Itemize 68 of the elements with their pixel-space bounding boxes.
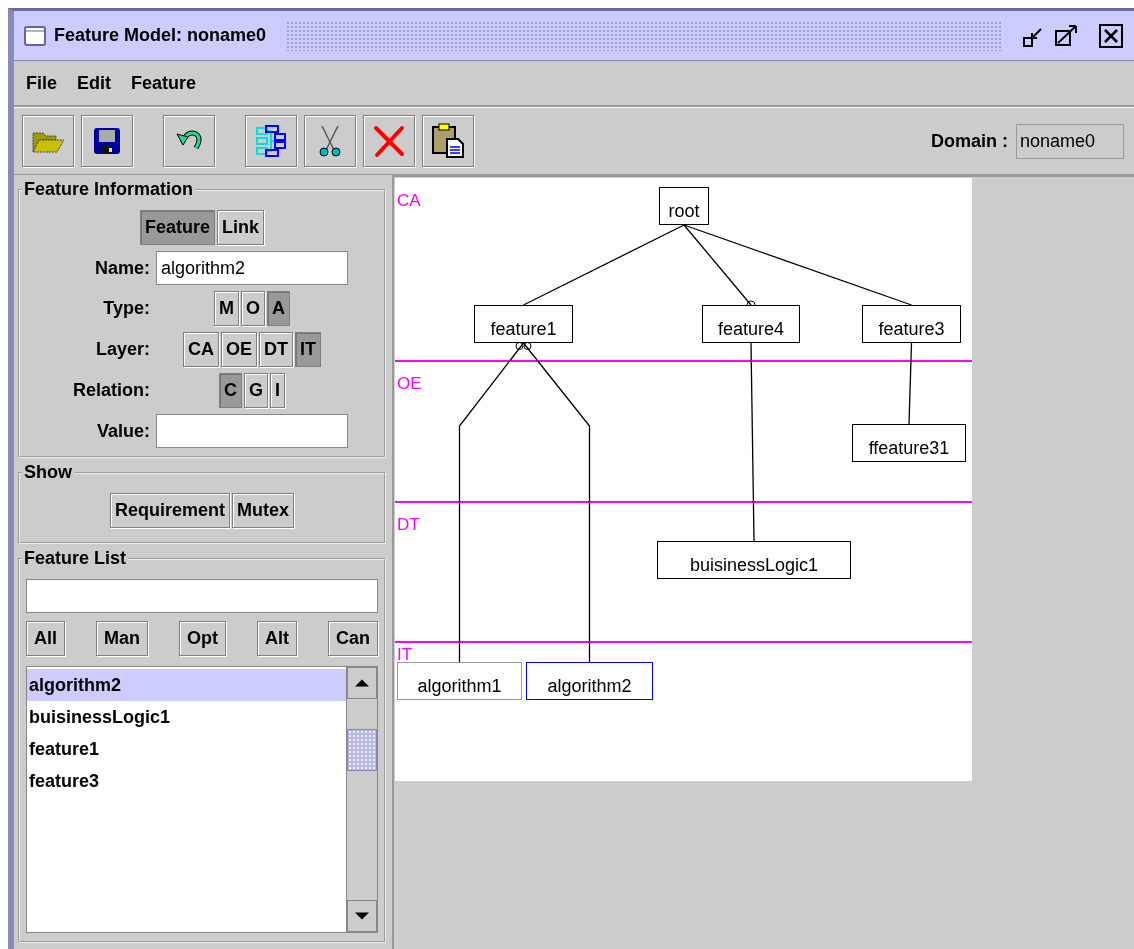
filter-button[interactable]: Man [96, 621, 148, 656]
mode-toggle[interactable]: Link [217, 210, 264, 245]
field-label: Type: [102, 298, 150, 319]
show-button[interactable]: Requirement [109, 493, 230, 528]
option-toggle[interactable]: A [267, 291, 290, 326]
option-toggle[interactable]: CA [183, 332, 219, 367]
paste-icon [431, 123, 465, 159]
filter-button[interactable]: Opt [179, 621, 226, 656]
option-toggle[interactable]: G [244, 373, 268, 408]
tree-layout-icon [254, 124, 288, 158]
toolbar-button[interactable] [422, 115, 474, 167]
panel-title: Feature List [23, 548, 128, 569]
close-icon[interactable] [1098, 22, 1124, 49]
option-toggle[interactable]: IT [295, 332, 321, 367]
list-item[interactable]: feature3 [27, 765, 346, 797]
feature-node[interactable]: feature3 [862, 305, 961, 343]
feature-node[interactable]: ffeature31 [852, 424, 966, 462]
feature-node[interactable]: algorithm2 [526, 662, 653, 700]
feature-node[interactable]: feature4 [702, 305, 800, 343]
value-field[interactable] [156, 414, 348, 448]
layer-label: CA [397, 192, 421, 209]
list-item[interactable]: buisinessLogic1 [27, 701, 346, 733]
option-toggle[interactable]: DT [259, 332, 293, 367]
toolbar-button[interactable] [304, 115, 356, 167]
mode-toggle[interactable]: Feature [139, 210, 215, 245]
filter-field[interactable] [26, 579, 378, 613]
menu-item[interactable]: Edit [77, 72, 111, 94]
name-field[interactable]: algorithm2 [156, 251, 348, 285]
layer-label: DT [397, 516, 420, 533]
feature-node[interactable]: root [659, 187, 709, 225]
option-toggle[interactable]: I [270, 373, 285, 408]
panel-title: Feature Information [23, 179, 194, 200]
field-label: Relation: [72, 380, 150, 401]
domain-field: noname0 [1016, 123, 1124, 159]
option-toggle[interactable]: C [219, 373, 242, 408]
scroll-up-icon[interactable] [347, 667, 377, 699]
domain-label: Domain : [931, 130, 1008, 152]
window-icon [24, 25, 46, 46]
feature-node[interactable]: algorithm1 [397, 662, 522, 700]
delete-icon [372, 124, 406, 158]
field-label: Layer: [94, 339, 150, 360]
feature-node[interactable]: feature1 [474, 305, 573, 343]
scroll-down-icon[interactable] [347, 900, 377, 932]
scroll-thumb[interactable] [347, 729, 377, 771]
option-toggle[interactable]: OE [221, 332, 257, 367]
panel-title: Show [23, 462, 73, 483]
feature-node[interactable]: buisinessLogic1 [657, 541, 851, 579]
toolbar-button[interactable] [163, 115, 215, 167]
option-toggle[interactable]: O [241, 291, 265, 326]
maximize-icon[interactable] [1054, 22, 1080, 49]
layer-label: OE [397, 375, 422, 392]
toolbar-button[interactable] [81, 115, 133, 167]
list-item[interactable]: feature1 [27, 733, 346, 765]
scissors-icon [316, 124, 344, 158]
menu-item[interactable]: Feature [131, 72, 197, 94]
show-button[interactable]: Mutex [232, 493, 294, 528]
toolbar-button[interactable] [245, 115, 297, 167]
filter-button[interactable]: Can [327, 621, 378, 656]
window-title: Feature Model: noname0 [54, 25, 267, 46]
field-label: Value: [95, 420, 150, 442]
option-toggle[interactable]: M [214, 291, 239, 326]
layer-label: IT [397, 646, 413, 663]
scrollbar[interactable] [346, 667, 377, 932]
filter-button[interactable]: All [26, 621, 65, 656]
filter-button[interactable]: Alt [256, 621, 297, 656]
field-label: Name: [93, 257, 150, 279]
menu-item[interactable]: File [26, 72, 57, 94]
list-item[interactable]: algorithm2 [27, 669, 346, 701]
